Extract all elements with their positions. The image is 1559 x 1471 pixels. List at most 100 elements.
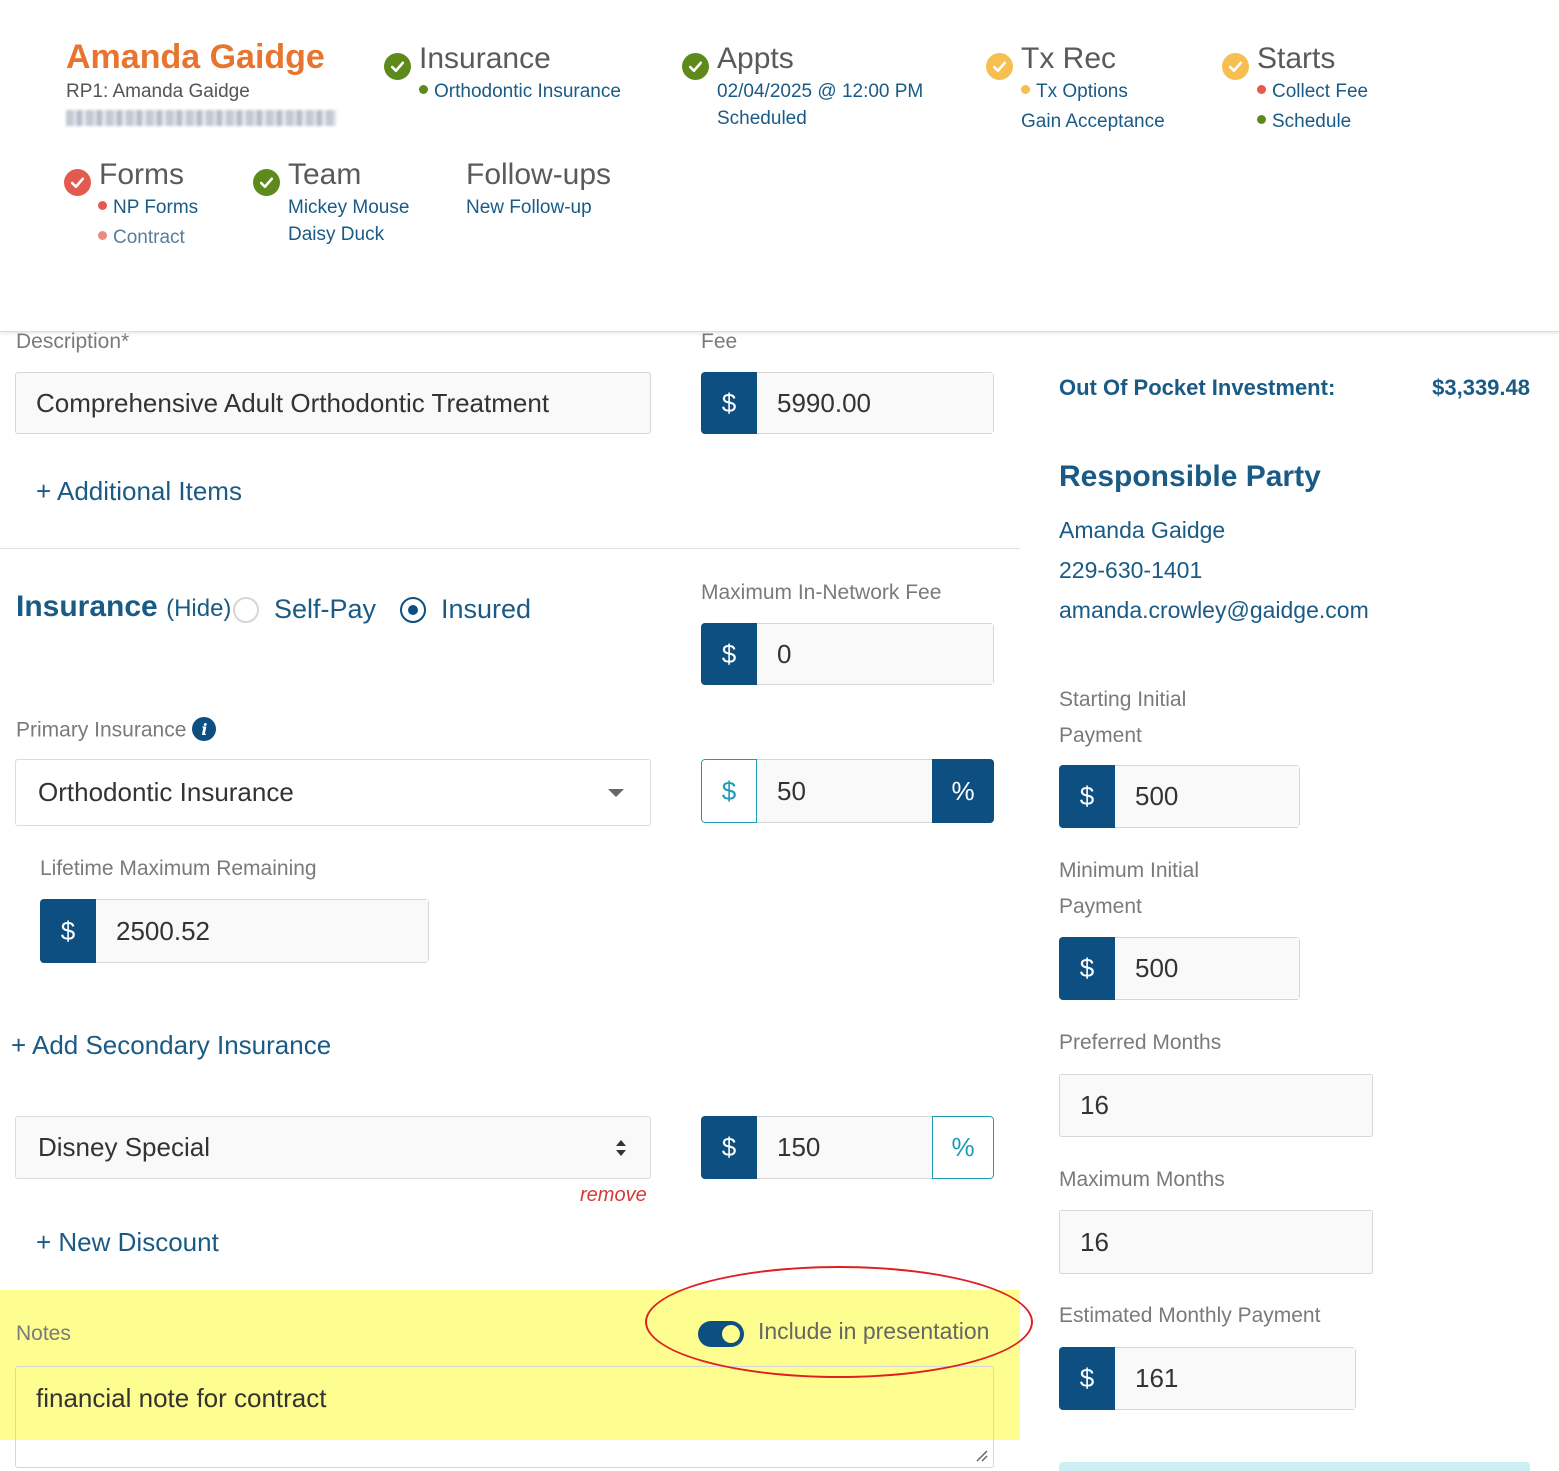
estimated-monthly-payment-group: $ 161 [1059,1347,1356,1410]
starting-initial-payment-label: Starting Initial Payment [1059,688,1187,747]
patient-header: Amanda Gaidge RP1: Amanda Gaidge Insuran… [0,0,1559,332]
status-dot [1257,85,1266,94]
max-in-network-input[interactable]: 0 [757,623,994,685]
selected-value: Orthodontic Insurance [38,777,294,807]
rp-phone: 229-630-1401 [1059,557,1203,583]
self-pay-radio[interactable] [233,597,259,623]
primary-insurance-select[interactable]: Orthodontic Insurance [15,759,651,826]
rp-name: Amanda Gaidge [1059,517,1226,543]
starting-initial-payment-input[interactable]: 500 [1115,765,1300,828]
stage-title: Insurance [419,42,551,75]
patient-name[interactable]: Amanda Gaidge [66,38,325,77]
self-pay-label[interactable]: Self-Pay [274,594,376,625]
status-dot [1021,85,1030,94]
stage-item[interactable]: Mickey Mouse [288,197,409,219]
estimated-monthly-payment-input[interactable]: 161 [1115,1347,1356,1410]
max-in-network-label: Maximum In-Network Fee [701,581,942,604]
maximum-months-input[interactable]: 16 [1059,1210,1373,1274]
selected-value: Disney Special [38,1132,210,1162]
rp-email: amanda.crowley@gaidge.com [1059,597,1369,623]
check-icon [64,169,91,196]
dollar-addon: $ [40,899,96,963]
select-arrows-icon [616,1140,626,1156]
check-icon [986,53,1013,80]
check-icon [253,169,280,196]
lifetime-max-group: $ 2500.52 [40,899,429,963]
lifetime-max-input[interactable]: 2500.52 [96,899,429,963]
discount-select[interactable]: Disney Special [15,1116,651,1179]
dollar-toggle[interactable]: $ [701,1116,757,1179]
check-icon [384,53,411,80]
starting-initial-payment-group: $ 500 [1059,765,1300,828]
primary-insurance-label: Primary Insurance i [16,717,217,743]
check-icon [1222,53,1249,80]
chevron-down-icon [608,789,624,797]
insurance-heading: Insurance (Hide) [16,590,232,623]
out-of-pocket-value: $3,339.48 [1432,375,1530,400]
stage-title: Follow-ups [466,158,612,191]
blurred-email [66,110,336,126]
estimated-monthly-payment-label: Estimated Monthly Payment [1059,1304,1321,1327]
status-dot [1257,115,1266,124]
status-dot [98,201,107,210]
insured-radio[interactable] [400,597,426,623]
preferred-months-input[interactable]: 16 [1059,1074,1373,1137]
insured-label[interactable]: Insured [441,594,531,625]
minimum-initial-payment-label: Minimum Initial Payment [1059,859,1200,918]
out-of-pocket-label: Out Of Pocket Investment: [1059,375,1336,400]
info-icon[interactable]: i [192,717,217,741]
dollar-toggle[interactable]: $ [701,759,757,823]
minimum-initial-payment-input[interactable]: 500 [1115,937,1300,1000]
stage-item[interactable]: Gain Acceptance [1021,111,1165,133]
percent-toggle[interactable]: % [932,1116,994,1179]
stage-item[interactable]: Contract [98,227,185,249]
stage-item[interactable]: Daisy Duck [288,224,384,246]
fee-input[interactable]: 5990.00 [757,372,994,434]
additional-items-link[interactable]: + Additional Items [36,476,242,507]
percent-toggle[interactable]: % [932,759,994,823]
dollar-addon: $ [1059,1347,1115,1410]
include-presentation-label[interactable]: Include in presentation [758,1318,989,1345]
discount-amount-group: $ 150 % [701,1116,994,1179]
notes-text: financial note for contract [36,1383,327,1413]
fee-input-group: $ 5990.00 [701,372,994,434]
include-presentation-toggle[interactable] [698,1321,744,1347]
stage-item[interactable]: Tx Options [1021,81,1128,103]
add-secondary-insurance-link[interactable]: + Add Secondary Insurance [11,1030,331,1061]
discount-amount-input[interactable]: 150 [757,1116,932,1179]
action-button[interactable] [1059,1462,1530,1471]
dollar-addon: $ [1059,765,1115,828]
notes-label: Notes [16,1322,71,1345]
responsible-party-line: RP1: Amanda Gaidge [66,81,250,102]
dollar-addon: $ [701,372,757,434]
preferred-months-label: Preferred Months [1059,1031,1222,1054]
status-dot [419,85,428,94]
minimum-initial-payment-group: $ 500 [1059,937,1300,1000]
description-label: Description* [16,330,130,353]
stage-item[interactable]: Scheduled [717,108,807,130]
stage-item[interactable]: Orthodontic Insurance [419,81,621,103]
stage-title: Team [288,158,362,191]
maximum-months-label: Maximum Months [1059,1168,1225,1191]
stage-item[interactable]: NP Forms [98,197,198,219]
notes-textarea[interactable]: financial note for contract [15,1366,994,1468]
status-dot [98,231,107,240]
coverage-input[interactable]: 50 [757,759,932,823]
responsible-party-heading: Responsible Party [1059,460,1321,493]
new-discount-link[interactable]: + New Discount [36,1227,219,1258]
resize-handle-icon[interactable] [973,1447,989,1463]
coverage-input-group: $ 50 % [701,759,994,823]
dollar-addon: $ [701,623,757,685]
dollar-addon: $ [1059,937,1115,1000]
insurance-hide-link[interactable]: (Hide) [166,595,231,622]
stage-item[interactable]: New Follow-up [466,197,592,219]
description-input[interactable]: Comprehensive Adult Orthodontic Treatmen… [15,372,651,434]
stage-item[interactable]: 02/04/2025 @ 12:00 PM [717,81,923,103]
remove-discount-link[interactable]: remove [580,1184,647,1207]
stage-item[interactable]: Schedule [1257,111,1351,133]
lifetime-max-label: Lifetime Maximum Remaining [40,857,317,880]
fee-label: Fee [701,330,738,353]
stage-title: Forms [99,158,184,191]
stage-title: Appts [717,42,794,75]
stage-item[interactable]: Collect Fee [1257,81,1368,103]
